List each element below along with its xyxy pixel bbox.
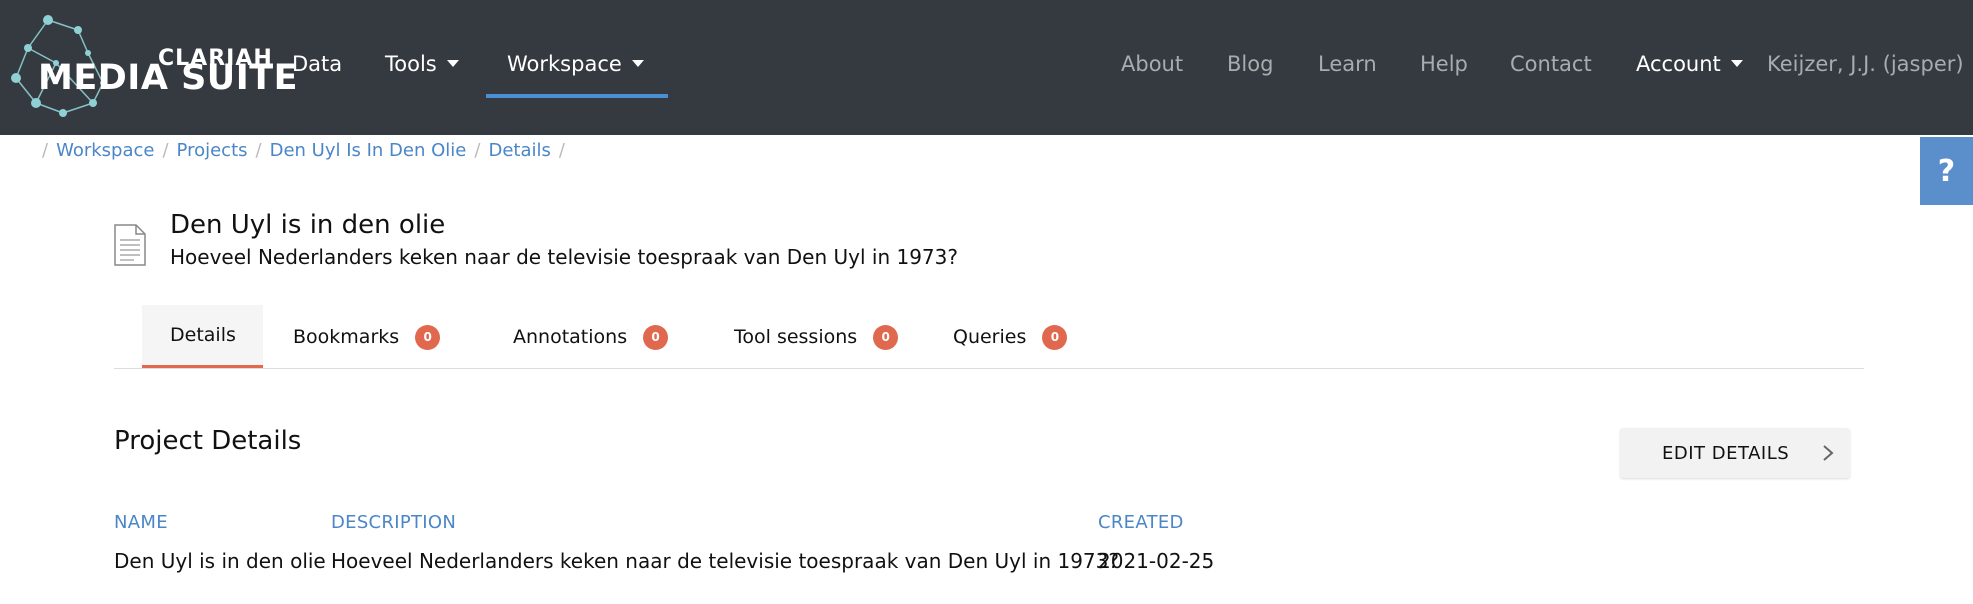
tab-label: Details xyxy=(170,324,236,346)
count-badge: 0 xyxy=(1042,324,1068,350)
breadcrumb-separator: / xyxy=(558,140,565,161)
tabs-divider xyxy=(114,368,1864,369)
caret-down-icon xyxy=(1730,60,1743,67)
breadcrumb-projects[interactable]: Projects xyxy=(177,140,248,161)
nav-contact[interactable]: Contact xyxy=(1510,52,1592,76)
nav-blog[interactable]: Blog xyxy=(1227,52,1273,76)
caret-down-icon xyxy=(631,60,644,67)
help-tab[interactable]: ? xyxy=(1920,137,1973,205)
nav-tools[interactable]: Tools xyxy=(385,52,459,76)
tab-label: Annotations xyxy=(513,326,628,348)
breadcrumb: / Workspace / Projects / Den Uyl Is In Den Ol… xyxy=(34,140,573,161)
nav-account[interactable]: Account xyxy=(1636,52,1743,76)
nav-workspace[interactable]: Workspace xyxy=(507,52,644,76)
nav-about[interactable]: About xyxy=(1121,52,1183,76)
nav-account-label: Account xyxy=(1636,52,1721,76)
detail-name-value: Den Uyl is in den olie xyxy=(114,549,326,573)
brand-name-bottom: MEDIA SUITE xyxy=(38,58,299,98)
nav-active-indicator xyxy=(486,94,668,98)
tab-label: Tool sessions xyxy=(734,326,858,348)
nav-data[interactable]: Data xyxy=(292,52,342,76)
breadcrumb-separator: / xyxy=(255,140,262,161)
count-badge: 0 xyxy=(415,324,441,350)
caret-down-icon xyxy=(446,60,459,67)
user-name: Keijzer, J.J. (jasper) xyxy=(1767,52,1964,76)
count-badge: 0 xyxy=(873,324,899,350)
tab-tool-sessions[interactable]: Tool sessions 0 xyxy=(706,305,926,369)
nav-help[interactable]: Help xyxy=(1420,52,1468,76)
project-subtitle: Hoeveel Nederlanders keken naar de telev… xyxy=(170,245,958,269)
nav-tools-label: Tools xyxy=(385,52,437,76)
tab-bookmarks[interactable]: Bookmarks 0 xyxy=(265,305,468,369)
chevron-right-icon xyxy=(1823,445,1834,461)
count-badge: 0 xyxy=(643,324,669,350)
breadcrumb-separator: / xyxy=(162,140,169,161)
tab-label: Queries xyxy=(953,326,1027,348)
edit-details-button[interactable]: EDIT DETAILS xyxy=(1620,428,1850,478)
tab-details[interactable]: Details xyxy=(142,305,263,369)
breadcrumb-separator: / xyxy=(474,140,481,161)
column-header-description: DESCRIPTION xyxy=(331,512,457,533)
nav-workspace-label: Workspace xyxy=(507,52,622,76)
detail-created-value: 2021-02-25 xyxy=(1098,549,1215,573)
tab-queries[interactable]: Queries 0 xyxy=(925,305,1095,369)
top-navbar: CLARIAH MEDIA SUITE Data Tools Workspace… xyxy=(0,0,1973,135)
document-icon xyxy=(114,224,146,266)
breadcrumb-separator: / xyxy=(42,140,49,161)
edit-details-label: EDIT DETAILS xyxy=(1662,442,1790,464)
nav-learn[interactable]: Learn xyxy=(1318,52,1377,76)
breadcrumb-details[interactable]: Details xyxy=(488,140,550,161)
breadcrumb-project[interactable]: Den Uyl Is In Den Olie xyxy=(270,140,467,161)
detail-description-value: Hoeveel Nederlanders keken naar de telev… xyxy=(331,549,1119,573)
column-header-created: CREATED xyxy=(1098,512,1184,533)
tab-annotations[interactable]: Annotations 0 xyxy=(485,305,696,369)
breadcrumb-workspace[interactable]: Workspace xyxy=(56,140,154,161)
logo[interactable]: CLARIAH MEDIA SUITE xyxy=(8,8,298,128)
tab-label: Bookmarks xyxy=(293,326,400,348)
project-tabs: Details Bookmarks 0 Annotations 0 Tool s… xyxy=(114,305,1864,369)
column-header-name: NAME xyxy=(114,512,168,533)
section-title: Project Details xyxy=(114,426,302,456)
project-title: Den Uyl is in den olie xyxy=(170,210,446,240)
